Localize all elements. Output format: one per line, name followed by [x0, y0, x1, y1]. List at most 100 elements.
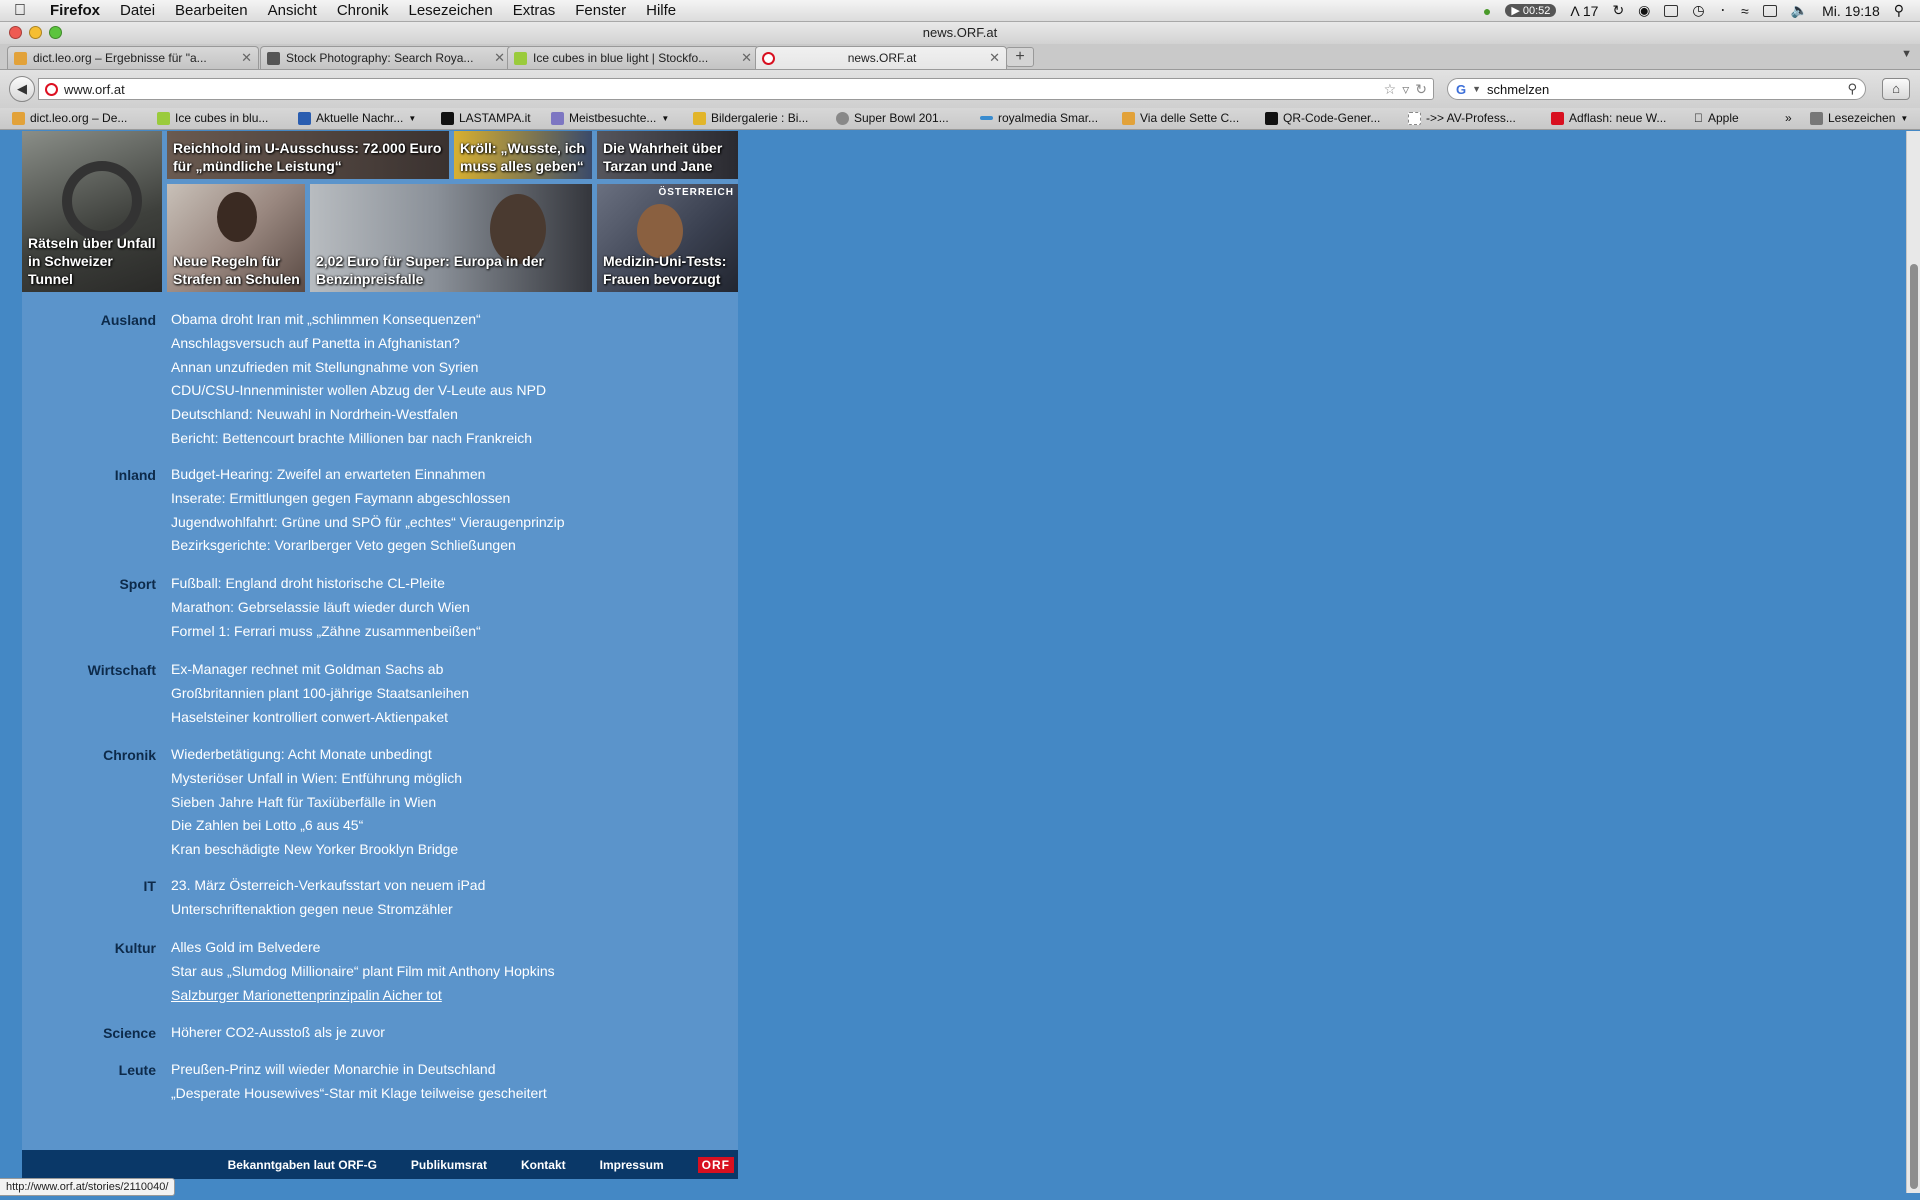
section-title[interactable]: Wirtschaft [88, 658, 156, 682]
engine-dropdown-icon[interactable]: ▼ [1472, 84, 1481, 94]
close-tab-icon[interactable]: ✕ [741, 50, 752, 66]
headline-link[interactable]: Star aus „Slumdog Millionaire“ plant Fil… [171, 960, 555, 984]
menubar-clock[interactable]: Mi. 19:18 [1822, 3, 1880, 19]
photo-teaser[interactable]: Reichhold im U-Ausschuss: 72.000 Euro fü… [167, 131, 449, 179]
back-button[interactable]: ◀ [9, 76, 35, 102]
headline-link[interactable]: Großbritannien plant 100-jährige Staatsa… [171, 682, 469, 706]
bookmarks-overflow-chevron[interactable]: » [1785, 111, 1792, 125]
sync-icon[interactable]: ↻ [1612, 2, 1624, 19]
headline-link[interactable]: „Desperate Housewives“-Star mit Klage te… [171, 1082, 547, 1106]
evernote-icon[interactable]: ● [1483, 3, 1491, 19]
menu-lesezeichen[interactable]: Lesezeichen [399, 2, 503, 19]
section-title[interactable]: Chronik [103, 743, 156, 767]
tab-dict-leo[interactable]: dict.leo.org – Ergebnisse für "a... ✕ [7, 46, 259, 69]
headline-link[interactable]: Formel 1: Ferrari muss „Zähne zusammenbe… [171, 620, 481, 644]
headline-link[interactable]: Ex-Manager rechnet mit Goldman Sachs ab [171, 658, 469, 682]
tab-ice-cubes[interactable]: Ice cubes in blue light | Stockfo... ✕ [507, 46, 759, 69]
menu-chronik[interactable]: Chronik [327, 2, 399, 19]
headline-link[interactable]: Deutschland: Neuwahl in Nordrhein-Westfa… [171, 403, 546, 427]
volume-icon[interactable]: 🔈 [1791, 2, 1808, 19]
vertical-scrollbar[interactable] [1906, 131, 1920, 1193]
headline-link[interactable]: Jugendwohlfahrt: Grüne und SPÖ für „echt… [171, 511, 565, 535]
section-title[interactable]: IT [144, 874, 156, 898]
headline-link[interactable]: Mysteriöser Unfall in Wien: Entführung m… [171, 767, 462, 791]
footer-link-kontakt[interactable]: Kontakt [521, 1158, 566, 1172]
keyboard-icon[interactable] [1762, 4, 1777, 17]
photo-teaser[interactable]: Rätseln über Unfall in Schweizer Tunnel [22, 131, 162, 292]
tab-news-orf[interactable]: news.ORF.at ✕ [755, 46, 1007, 69]
wifi-icon[interactable]: ≈ [1741, 3, 1749, 19]
menu-hilfe[interactable]: Hilfe [636, 2, 686, 19]
headline-link[interactable]: Preußen-Prinz will wieder Monarchie in D… [171, 1058, 547, 1082]
bookmark-folder[interactable]: Aktuelle Nachr... ▼ [298, 111, 416, 125]
bookmark-item[interactable]: Bildergalerie : Bi... [693, 111, 808, 125]
bookmarks-menu-button[interactable]: Lesezeichen ▼ [1810, 111, 1908, 125]
menu-app-firefox[interactable]: Firefox [40, 2, 110, 19]
footer-link-bekanntgaben[interactable]: Bekanntgaben laut ORF-G [228, 1158, 377, 1172]
bluetooth-icon[interactable]: ᛫ [1719, 3, 1727, 19]
bookmark-item[interactable]: Ice cubes in blu... [157, 111, 268, 125]
section-title[interactable]: Inland [115, 463, 156, 487]
photo-teaser[interactable]: 2,02 Euro für Super: Europa in der Benzi… [310, 184, 592, 292]
timer-badge[interactable]: ▶ 00:52 [1505, 4, 1557, 17]
menu-bearbeiten[interactable]: Bearbeiten [165, 2, 258, 19]
search-bar[interactable]: G ▼ schmelzen ⚲ [1447, 78, 1866, 100]
section-title[interactable]: Ausland [101, 308, 156, 332]
google-engine-icon[interactable]: G [1456, 82, 1466, 97]
spotlight-search-icon[interactable]: ⚲ [1894, 2, 1904, 19]
section-title[interactable]: Sport [119, 572, 156, 596]
bookmark-item[interactable]: Super Bowl 201... [836, 111, 949, 125]
search-icon[interactable]: ⚲ [1847, 81, 1857, 97]
headline-link[interactable]: Kran beschädigte New Yorker Brooklyn Bri… [171, 838, 462, 862]
section-title[interactable]: Kultur [115, 936, 156, 960]
headline-link[interactable]: 23. März Österreich-Verkaufsstart von ne… [171, 874, 485, 898]
screen-icon[interactable] [1664, 4, 1679, 17]
close-tab-icon[interactable]: ✕ [494, 50, 505, 66]
url-input[interactable]: www.orf.at [64, 82, 1378, 97]
scrollbar-thumb[interactable] [1910, 264, 1918, 1189]
headline-link[interactable]: Sieben Jahre Haft für Taxiüberfälle in W… [171, 791, 462, 815]
headline-link[interactable]: Annan unzufrieden mit Stellungnahme von … [171, 356, 546, 380]
footer-link-impressum[interactable]: Impressum [600, 1158, 664, 1172]
menu-extras[interactable]: Extras [503, 2, 566, 19]
headline-link[interactable]: CDU/CSU-Innenminister wollen Abzug der V… [171, 379, 546, 403]
headline-link[interactable]: Die Zahlen bei Lotto „6 aus 45“ [171, 814, 462, 838]
photo-teaser[interactable]: Neue Regeln für Strafen an Schulen [167, 184, 305, 292]
time-machine-icon[interactable]: ◷ [1692, 2, 1704, 19]
headline-link[interactable]: Bericht: Bettencourt brachte Millionen b… [171, 427, 546, 451]
display-icon[interactable]: ◉ [1638, 2, 1650, 19]
url-bar[interactable]: www.orf.at ☆ ▿ ↻ [38, 78, 1434, 100]
bookmark-item[interactable]: Via delle Sette C... [1122, 111, 1239, 125]
bookmark-item[interactable]: ->> AV-Profess... [1408, 111, 1516, 125]
home-button[interactable]: ⌂ [1882, 78, 1910, 100]
bookmark-star-icon[interactable]: ☆ [1384, 81, 1397, 98]
site-identity-icon[interactable] [45, 82, 58, 96]
headline-link[interactable]: Fußball: England droht historische CL-Pl… [171, 572, 481, 596]
photo-teaser[interactable]: Kröll: „Wusste, ich muss alles geben“ [454, 131, 592, 179]
close-tab-icon[interactable]: ✕ [989, 50, 1000, 66]
bookmark-item[interactable]: Adflash: neue W... [1551, 111, 1666, 125]
adobe-updates[interactable]: Λ 17 [1570, 3, 1598, 19]
headline-link[interactable]: Marathon: Gebrselassie läuft wieder durc… [171, 596, 481, 620]
headline-link[interactable]: Budget-Hearing: Zweifel an erwarteten Ei… [171, 463, 565, 487]
menu-fenster[interactable]: Fenster [565, 2, 636, 19]
close-tab-icon[interactable]: ✕ [241, 50, 252, 66]
headline-link-hovered[interactable]: Salzburger Marionettenprinzipalin Aicher… [171, 984, 555, 1008]
search-input[interactable]: schmelzen [1487, 82, 1841, 97]
new-tab-button[interactable]: + [1006, 47, 1034, 67]
bookmark-item[interactable]: QR-Code-Gener... [1265, 111, 1380, 125]
photo-teaser[interactable]: ÖSTERREICH Medizin-Uni-Tests: Frauen bev… [597, 184, 738, 292]
bookmark-folder[interactable]: Meistbesuchte... ▼ [551, 111, 669, 125]
headline-link[interactable]: Wiederbetätigung: Acht Monate unbedingt [171, 743, 462, 767]
orf-logo[interactable]: ORF [697, 1156, 734, 1173]
bookmark-item[interactable]: royalmedia Smar... [980, 111, 1098, 125]
menu-ansicht[interactable]: Ansicht [258, 2, 327, 19]
section-title[interactable]: Leute [119, 1058, 156, 1082]
headline-link[interactable]: Unterschriftenaktion gegen neue Stromzäh… [171, 898, 485, 922]
headline-link[interactable]: Inserate: Ermittlungen gegen Faymann abg… [171, 487, 565, 511]
headline-link[interactable]: Bezirksgerichte: Vorarlberger Veto gegen… [171, 534, 565, 558]
apple-menu-icon[interactable]:  [0, 2, 40, 20]
reload-icon[interactable]: ↻ [1415, 81, 1427, 98]
photo-teaser[interactable]: Die Wahrheit über Tarzan und Jane [597, 131, 738, 179]
tab-stock-photography[interactable]: Stock Photography: Search Roya... ✕ [260, 46, 512, 69]
